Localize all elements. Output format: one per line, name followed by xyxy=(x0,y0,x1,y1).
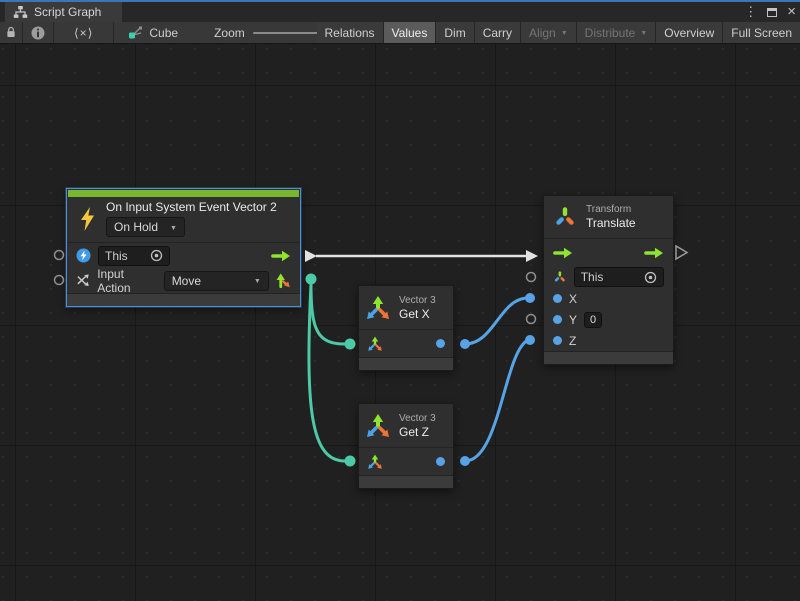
event-target-field[interactable]: This xyxy=(98,246,170,266)
caret-down-icon: ▼ xyxy=(561,30,568,37)
port-label-x: X xyxy=(569,292,577,306)
carry-button[interactable]: Carry xyxy=(475,22,520,43)
close-icon[interactable]: × xyxy=(787,2,796,22)
dim-button[interactable]: Dim xyxy=(436,22,473,43)
y-input-port[interactable] xyxy=(553,315,562,324)
control-output-arrow-icon xyxy=(271,250,291,262)
vector3-mini-icon xyxy=(367,336,383,352)
tab-script-graph[interactable]: Script Graph xyxy=(5,2,122,22)
node-title: Translate xyxy=(586,216,636,230)
caret-down-icon: ▼ xyxy=(640,30,647,37)
node-category: Vector 3 xyxy=(399,413,436,424)
x-input-port[interactable] xyxy=(553,294,562,303)
maximize-icon[interactable] xyxy=(767,8,777,17)
node-category: Vector 3 xyxy=(399,295,436,306)
vector3-icon xyxy=(365,295,391,321)
control-input-arrow-icon xyxy=(553,247,573,259)
full-screen-button[interactable]: Full Screen xyxy=(723,22,800,43)
input-action-icon xyxy=(76,273,90,288)
lock-icon xyxy=(6,26,16,39)
distribute-dropdown-button[interactable]: Distribute ▼ xyxy=(577,22,656,43)
node-transform-translate[interactable]: Transform Translate This xyxy=(543,195,674,365)
caret-down-icon: ▼ xyxy=(254,278,261,285)
info-button[interactable] xyxy=(23,22,53,43)
value-output-port[interactable] xyxy=(436,457,445,466)
info-icon xyxy=(31,26,45,40)
window-menu-icon[interactable]: ⋮ xyxy=(744,2,757,22)
vector3-icon xyxy=(365,413,391,439)
control-output-arrow-icon xyxy=(644,247,664,259)
graph-hierarchy-icon xyxy=(13,5,28,19)
node-category: Transform xyxy=(586,204,636,215)
node-get-x[interactable]: Vector 3 Get X xyxy=(358,285,454,371)
z-input-port[interactable] xyxy=(553,336,562,345)
align-dropdown-button[interactable]: Align ▼ xyxy=(521,22,576,43)
vector2-output-icon xyxy=(276,272,291,289)
port-label-y: Y xyxy=(569,313,577,327)
event-mode-dropdown[interactable]: On Hold ▼ xyxy=(106,217,185,237)
port-label-z: Z xyxy=(569,334,576,348)
node-on-input-system-event[interactable]: On Input System Event Vector 2 On Hold ▼… xyxy=(66,188,301,307)
input-system-icon xyxy=(76,248,91,263)
graph-breadcrumb[interactable]: Cube xyxy=(114,22,188,43)
node-title: On Input System Event Vector 2 xyxy=(106,200,277,214)
tab-bar: Script Graph ⋮ × xyxy=(0,2,800,22)
transform-mini-icon xyxy=(553,270,567,284)
code-icon: ⟨×⟩ xyxy=(60,26,107,40)
lightning-bolt-icon xyxy=(79,206,96,232)
values-button[interactable]: Values xyxy=(384,22,436,43)
target-icon[interactable] xyxy=(150,249,163,262)
graph-toolbar: ⟨×⟩ Cube Zoom 1x Relations Value xyxy=(0,22,800,44)
script-graph-asset-icon xyxy=(128,25,143,40)
node-get-z[interactable]: Vector 3 Get Z xyxy=(358,403,454,489)
node-footer xyxy=(359,357,453,370)
node-title: Get Z xyxy=(399,425,436,439)
node-footer xyxy=(359,475,453,488)
y-value-field[interactable]: 0 xyxy=(584,312,602,328)
node-footer xyxy=(544,351,673,364)
vector3-mini-icon xyxy=(367,454,383,470)
transform-icon xyxy=(553,205,577,229)
script-graph-window: Script Graph ⋮ × xyxy=(0,0,800,601)
overview-button[interactable]: Overview xyxy=(656,22,722,43)
target-icon[interactable] xyxy=(644,271,657,284)
tab-label: Script Graph xyxy=(34,5,101,19)
event-node-accent-bar xyxy=(68,190,299,197)
translate-target-field[interactable]: This xyxy=(574,267,664,287)
lock-button[interactable] xyxy=(0,22,22,43)
node-footer xyxy=(67,293,300,306)
code-preview-button[interactable]: ⟨×⟩ xyxy=(54,22,113,43)
breadcrumb-graph-name: Cube xyxy=(149,26,178,40)
node-title: Get X xyxy=(399,307,436,321)
zoom-label: Zoom xyxy=(214,26,245,40)
input-action-label: Input Action xyxy=(97,267,156,295)
caret-down-icon: ▼ xyxy=(170,225,177,232)
input-action-dropdown[interactable]: Move ▼ xyxy=(164,271,269,291)
relations-button[interactable]: Relations xyxy=(317,22,383,43)
value-output-port[interactable] xyxy=(436,339,445,348)
